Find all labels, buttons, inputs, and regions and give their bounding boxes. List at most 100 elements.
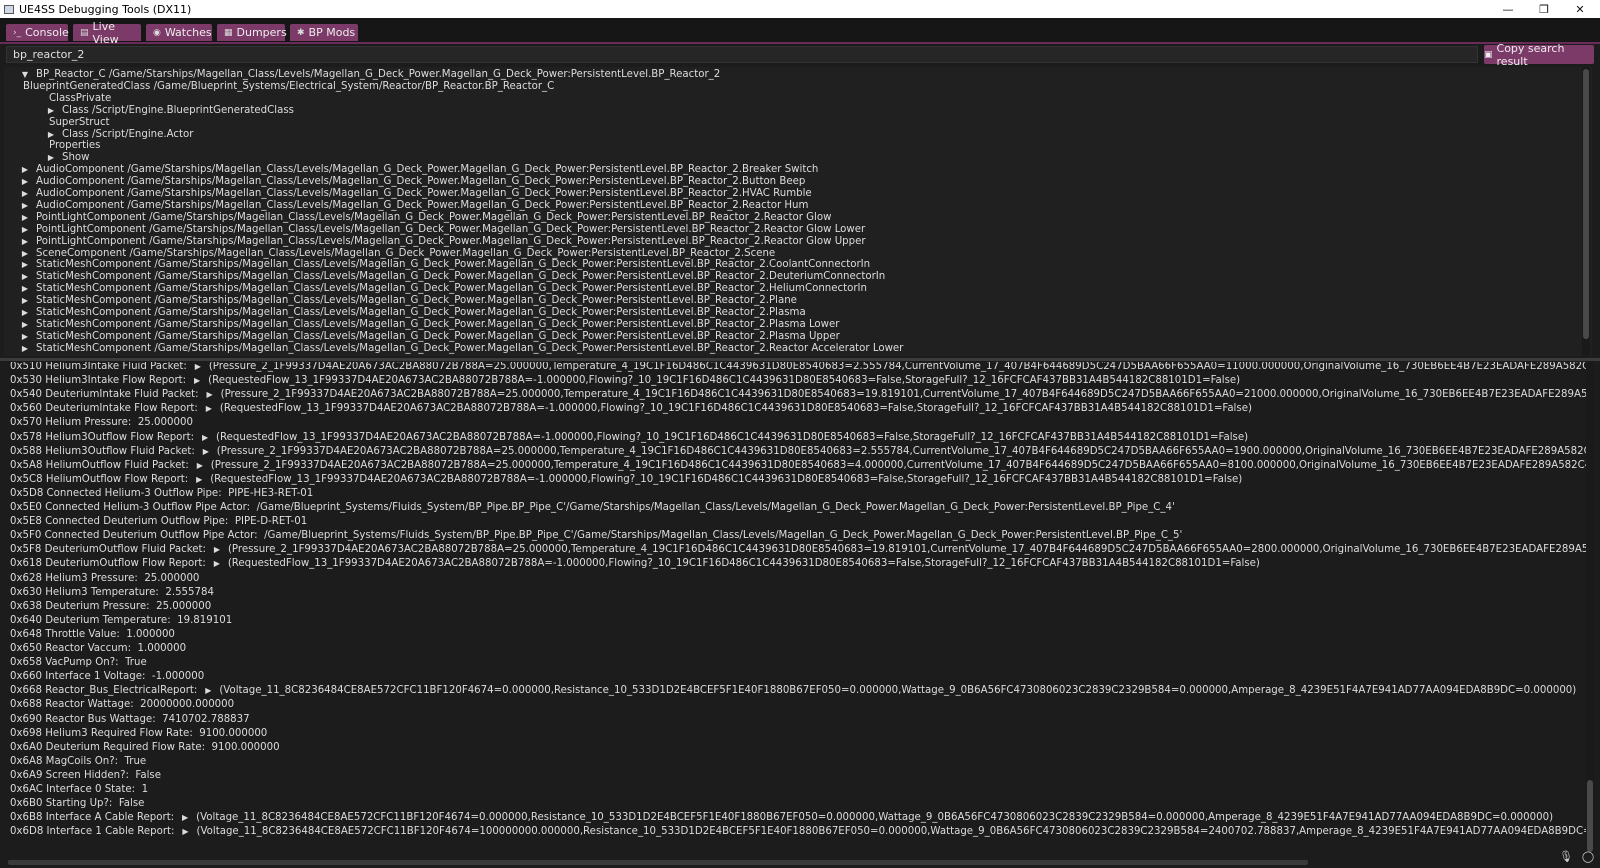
property-row[interactable]: 0x540 DeuteriumIntake Fluid Packet: ▶ (Pre… — [10, 388, 1592, 402]
caret-right-icon[interactable]: ▶ — [20, 188, 30, 200]
tree-row-label: Properties — [49, 140, 101, 152]
property-row: 0x628 Helium3 Pressure: 25.000000 — [10, 572, 199, 586]
scrollbar-thumb[interactable] — [1583, 69, 1589, 339]
tab-console[interactable]: ›_ Console — [6, 24, 69, 41]
tree-row-label: AudioComponent /Game/Starships/Magellan_… — [36, 164, 819, 176]
caret-right-icon[interactable]: ▶ — [199, 445, 213, 459]
tree-row-label: StaticMeshComponent /Game/Starships/Mage… — [36, 330, 840, 342]
property-name: 0x560 DeuteriumIntake Flow Report: — [10, 403, 198, 415]
tree-row-label: BlueprintGeneratedClass /Game/Blueprint_… — [23, 80, 555, 92]
property-row[interactable]: 0x588 Helium3Outflow Fluid Packet: ▶ (Pres… — [10, 445, 1592, 459]
property-value: (RequestedFlow_13_1F99337D4AE20A673AC2BA… — [227, 558, 1260, 570]
property-row[interactable]: 0x5F8 DeuteriumOutflow Fluid Packet: ▶ (Pr… — [10, 543, 1592, 557]
property-row[interactable]: 0x578 Helium3Outflow Flow Report: ▶ (Reque… — [10, 431, 1248, 445]
caret-right-icon[interactable]: ▶ — [20, 271, 30, 283]
caret-down-icon[interactable]: ▼ — [20, 69, 30, 81]
property-row[interactable]: 0x560 DeuteriumIntake Flow Report: ▶ (Requ… — [10, 402, 1252, 416]
property-value: 9100.000000 — [211, 741, 280, 753]
microphone-icon[interactable]: 🎙 — [1558, 848, 1574, 864]
tree-row-label: StaticMeshComponent /Game/Starships/Mage… — [36, 283, 867, 295]
scrollbar-thumb[interactable] — [1587, 780, 1593, 852]
pane-divider[interactable] — [0, 358, 1600, 361]
caret-right-icon[interactable]: ▶ — [210, 557, 224, 571]
caret-right-icon[interactable]: ▶ — [198, 431, 212, 445]
box-icon: ▦ — [224, 27, 233, 38]
caret-right-icon[interactable]: ▶ — [20, 224, 30, 236]
property-row[interactable]: 0x668 Reactor_Bus_ElectricalReport: ▶ (Vol… — [10, 684, 1576, 698]
tab-bp-mods[interactable]: ✱ BP Mods — [290, 24, 358, 41]
search-input[interactable]: bp_reactor_2 — [6, 46, 1478, 63]
caret-right-icon[interactable]: ▶ — [210, 543, 224, 557]
tab-watches[interactable]: ◉ Watches — [146, 24, 212, 41]
caret-right-icon[interactable]: ▶ — [20, 259, 30, 271]
property-row: 0x6B0 Starting Up?: False — [10, 797, 144, 811]
caret-right-icon[interactable]: ▶ — [20, 248, 30, 260]
caret-right-icon[interactable]: ▶ — [46, 129, 56, 141]
property-value: 7410702.788837 — [162, 713, 250, 725]
caret-right-icon[interactable]: ▶ — [191, 362, 205, 374]
caret-right-icon[interactable]: ▶ — [20, 164, 30, 176]
caret-right-icon[interactable]: ▶ — [20, 319, 30, 331]
property-value: 1.000000 — [137, 643, 187, 654]
caret-right-icon[interactable]: ▶ — [20, 236, 30, 248]
caret-right-icon[interactable]: ▶ — [46, 152, 56, 164]
caret-right-icon[interactable]: ▶ — [46, 105, 56, 117]
property-name: 0x6B0 Starting Up?: — [10, 798, 113, 810]
tree-row-label: BP_Reactor_C /Game/Starships/Magellan_Cl… — [36, 69, 721, 80]
horizontal-scrollbar[interactable] — [8, 860, 1308, 865]
caret-right-icon[interactable]: ▶ — [202, 402, 216, 416]
object-tree[interactable]: ▼ BP_Reactor_C /Game/Starships/Magellan_C… — [4, 67, 1592, 356]
caret-right-icon[interactable]: ▶ — [203, 388, 217, 402]
caret-right-icon[interactable]: ▶ — [201, 684, 215, 698]
caret-right-icon[interactable]: ▶ — [179, 825, 193, 839]
property-value: True — [124, 755, 147, 767]
property-name: 0x6A0 Deuterium Required Flow Rate: — [10, 741, 206, 753]
property-list[interactable]: 0x510 Helium3Intake Fluid Packet: ▶ (Press… — [4, 362, 1592, 860]
caret-right-icon[interactable]: ▶ — [193, 459, 207, 473]
tree-row-label: StaticMeshComponent /Game/Starships/Mage… — [36, 259, 871, 271]
property-name: 0x628 Helium3 Pressure: — [10, 572, 138, 584]
caret-right-icon[interactable]: ▶ — [20, 283, 30, 295]
console-icon: ›_ — [13, 27, 22, 38]
property-row[interactable]: 0x5A8 HeliumOutflow Fluid Packet: ▶ (Press… — [10, 459, 1592, 473]
circle-icon[interactable]: ◯ — [1580, 848, 1596, 864]
property-row: 0x660 Interface 1 Voltage: -1.000000 — [10, 670, 204, 684]
property-scrollbar[interactable] — [1586, 362, 1594, 856]
property-name: 0x6AC Interface 0 State: — [10, 784, 136, 795]
close-button[interactable]: ✕ — [1562, 0, 1598, 18]
property-row[interactable]: 0x510 Helium3Intake Fluid Packet: ▶ (Press… — [10, 362, 1592, 374]
property-value: -1.000000 — [151, 671, 205, 683]
caret-right-icon[interactable]: ▶ — [20, 295, 30, 307]
tab-label: BP Mods — [308, 26, 356, 39]
copy-search-result-button[interactable]: ▣ Copy search result — [1484, 42, 1594, 68]
tab-live-view[interactable]: ▤ Live View — [73, 20, 141, 46]
property-row[interactable]: 0x5C8 HeliumOutflow Flow Report: ▶ (Reques… — [10, 473, 1242, 487]
caret-right-icon[interactable]: ▶ — [192, 473, 206, 487]
property-row[interactable]: 0x618 DeuteriumOutflow Flow Report: ▶ (Req… — [10, 557, 1260, 571]
caret-right-icon[interactable]: ▶ — [20, 307, 30, 319]
maximize-button[interactable]: ❐ — [1526, 0, 1562, 18]
minimize-button[interactable]: — — [1490, 0, 1526, 18]
property-row[interactable]: 0x6B8 Interface A Cable Report: ▶ (Voltage… — [10, 811, 1553, 825]
property-name: 0x5F8 DeuteriumOutflow Fluid Packet: — [10, 544, 206, 556]
property-value: 25.000000 — [156, 600, 212, 612]
caret-right-icon[interactable]: ▶ — [20, 200, 30, 212]
caret-right-icon[interactable]: ▶ — [20, 212, 30, 224]
property-name: 0x690 Reactor Bus Wattage: — [10, 713, 156, 725]
property-name: 0x5C8 HeliumOutflow Flow Report: — [10, 473, 189, 485]
caret-right-icon[interactable]: ▶ — [20, 176, 30, 188]
property-row: 0x630 Helium3 Temperature: 2.555784 — [10, 586, 214, 600]
tree-row-label: SceneComponent /Game/Starships/Magellan_… — [36, 247, 776, 259]
property-row[interactable]: 0x530 Helium3Intake Flow Report: ▶ (Reques… — [10, 374, 1240, 388]
property-row[interactable]: 0x6D8 Interface 1 Cable Report: ▶ (Voltage… — [10, 825, 1592, 839]
tab-dumpers[interactable]: ▦ Dumpers — [217, 24, 287, 41]
caret-right-icon[interactable]: ▶ — [20, 343, 30, 355]
caret-right-icon[interactable]: ▶ — [178, 811, 192, 825]
tree-row-label: StaticMeshComponent /Game/Starships/Mage… — [36, 271, 886, 283]
property-value: (Voltage_11_8C8236484CE8AE572CFC11BF120F… — [196, 812, 1554, 824]
tree-scrollbar[interactable] — [1582, 67, 1590, 356]
caret-right-icon[interactable]: ▶ — [190, 374, 204, 388]
eye-icon: ◉ — [153, 27, 161, 38]
caret-right-icon[interactable]: ▶ — [20, 331, 30, 343]
tab-bar: ›_ Console ▤ Live View ◉ Watches ▦ Dumpe… — [0, 18, 1600, 46]
